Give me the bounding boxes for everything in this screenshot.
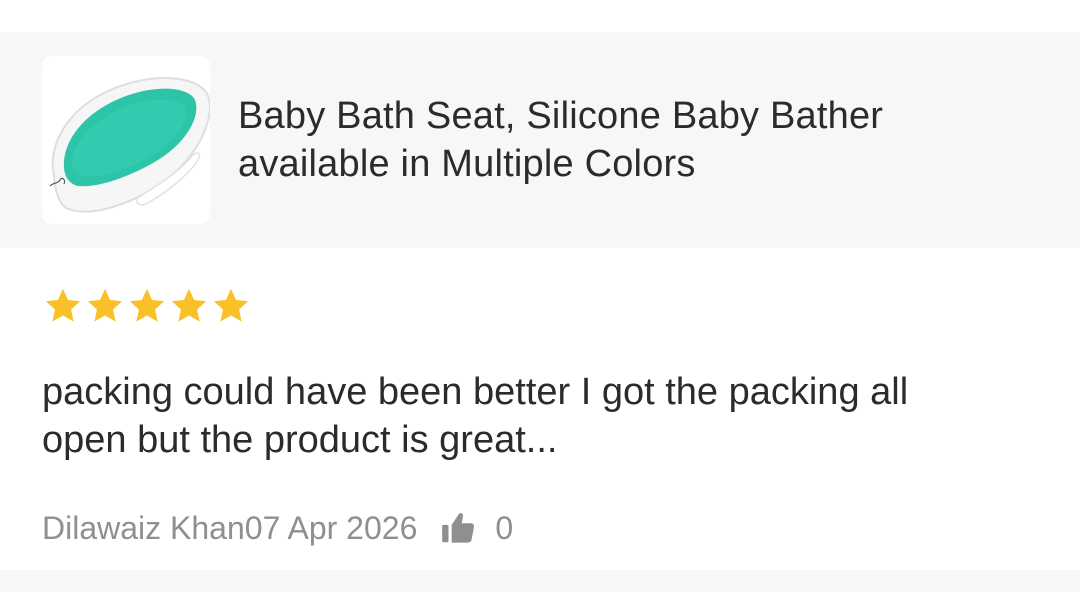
star-icon [129,288,165,322]
star-icon [213,288,249,322]
product-title-line-2: available in Multiple Colors [238,143,696,185]
review-text-line-2: open but the product is great... [42,419,558,461]
product-title[interactable]: Baby Bath Seat, Silicone Baby Bather ava… [238,92,1038,188]
star-icon [45,288,81,322]
review-author: Dilawaiz Khan [42,509,245,546]
star-icon [171,288,207,322]
review-date: 07 Apr 2026 [244,509,418,546]
star-icon [87,288,123,322]
section-divider [0,570,1080,592]
review-meta: Dilawaiz Khan 07 Apr 2026 0 [42,506,513,550]
thumbs-up-icon[interactable] [439,509,477,547]
review-text: packing could have been better I got the… [42,368,1032,464]
product-title-line-1: Baby Bath Seat, Silicone Baby Bather [238,95,884,137]
review-text-line-1: packing could have been better I got the… [42,371,909,413]
product-card[interactable]: Baby Bath Seat, Silicone Baby Bather ava… [0,32,1080,248]
like-count: 0 [495,509,514,546]
baby-bath-seat-image [49,76,210,213]
product-thumbnail[interactable] [42,56,210,224]
star-rating [42,284,252,328]
